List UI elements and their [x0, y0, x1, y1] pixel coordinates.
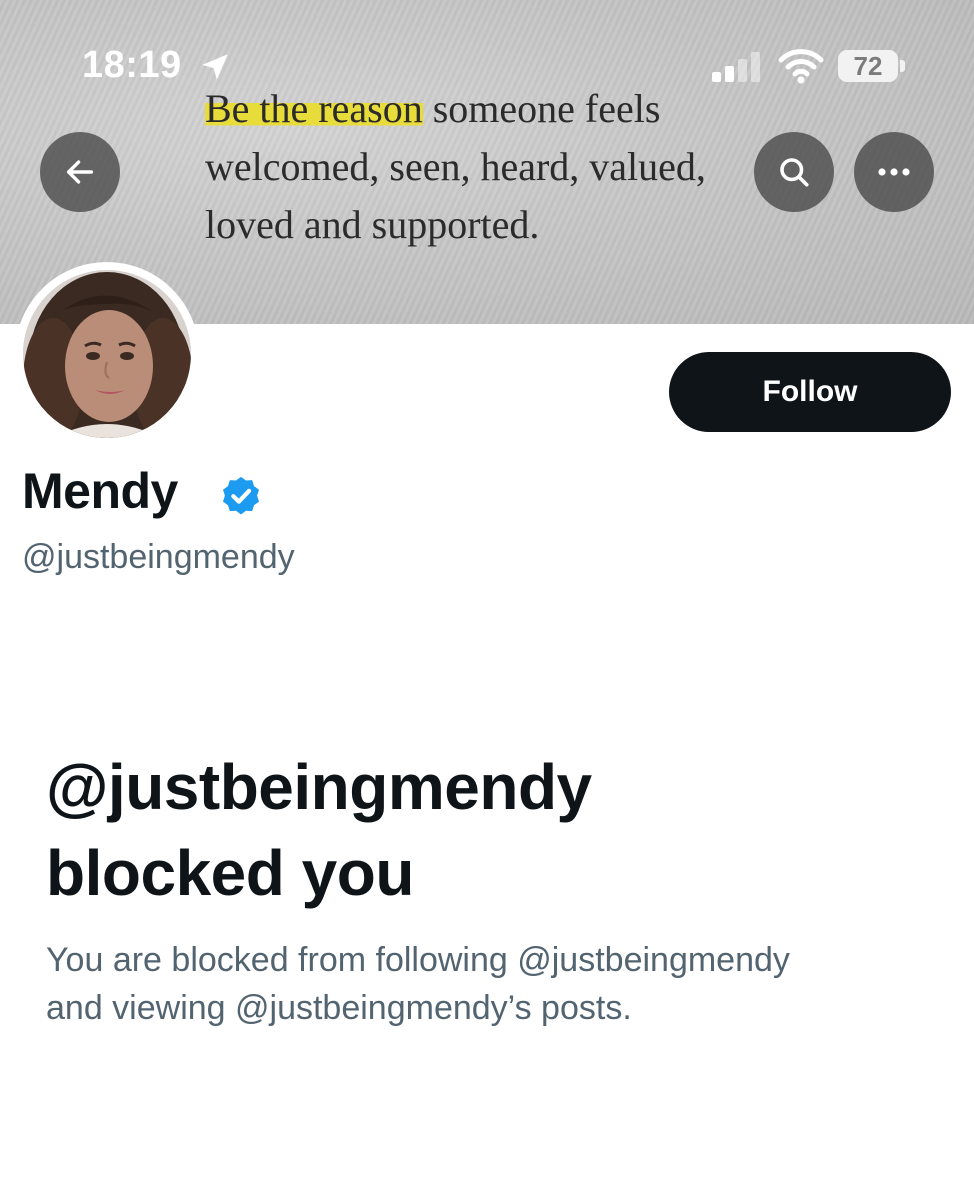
profile-handle: @justbeingmendy	[22, 538, 295, 576]
search-icon	[780, 158, 809, 187]
more-icon	[878, 168, 910, 176]
signal-icon	[712, 52, 760, 82]
blocked-title: @justbeingmendy blocked you	[46, 744, 926, 916]
quote-line-1-rest: someone feels	[422, 86, 661, 131]
location-arrow-icon	[202, 54, 228, 80]
blocked-title-line-2: blocked you	[46, 837, 414, 909]
quote-line-3: loved and supported.	[205, 202, 540, 247]
verified-badge-icon[interactable]	[218, 474, 264, 520]
quote-line-2: welcomed, seen, heard, valued,	[205, 144, 706, 189]
avatar[interactable]	[15, 262, 199, 446]
avatar-photo	[23, 270, 191, 438]
status-bar: 18:19 72	[0, 40, 974, 92]
battery-icon: 72	[838, 50, 908, 82]
battery-level: 72	[853, 51, 883, 81]
profile-name: Mendy	[22, 463, 178, 519]
follow-button[interactable]: Follow	[669, 352, 951, 432]
banner-quote: Be the reason someone feels welcomed, se…	[205, 80, 845, 254]
wifi-icon	[778, 49, 824, 84]
battery-tip	[900, 60, 905, 72]
search-button[interactable]	[754, 132, 834, 212]
more-options-button[interactable]	[854, 132, 934, 212]
blocked-description-line-1: You are blocked from following @justbein…	[46, 941, 790, 979]
quote-highlight: Be the reason	[205, 86, 423, 131]
back-button[interactable]	[40, 132, 120, 212]
blocked-description: You are blocked from following @justbein…	[46, 936, 946, 1032]
blocked-title-line-1: @justbeingmendy	[46, 751, 592, 823]
back-arrow-icon	[66, 160, 94, 184]
blocked-description-line-2: and viewing @justbeingmendy’s posts.	[46, 989, 632, 1027]
status-time: 18:19	[82, 44, 182, 86]
avatar-portrait-image	[23, 270, 191, 438]
